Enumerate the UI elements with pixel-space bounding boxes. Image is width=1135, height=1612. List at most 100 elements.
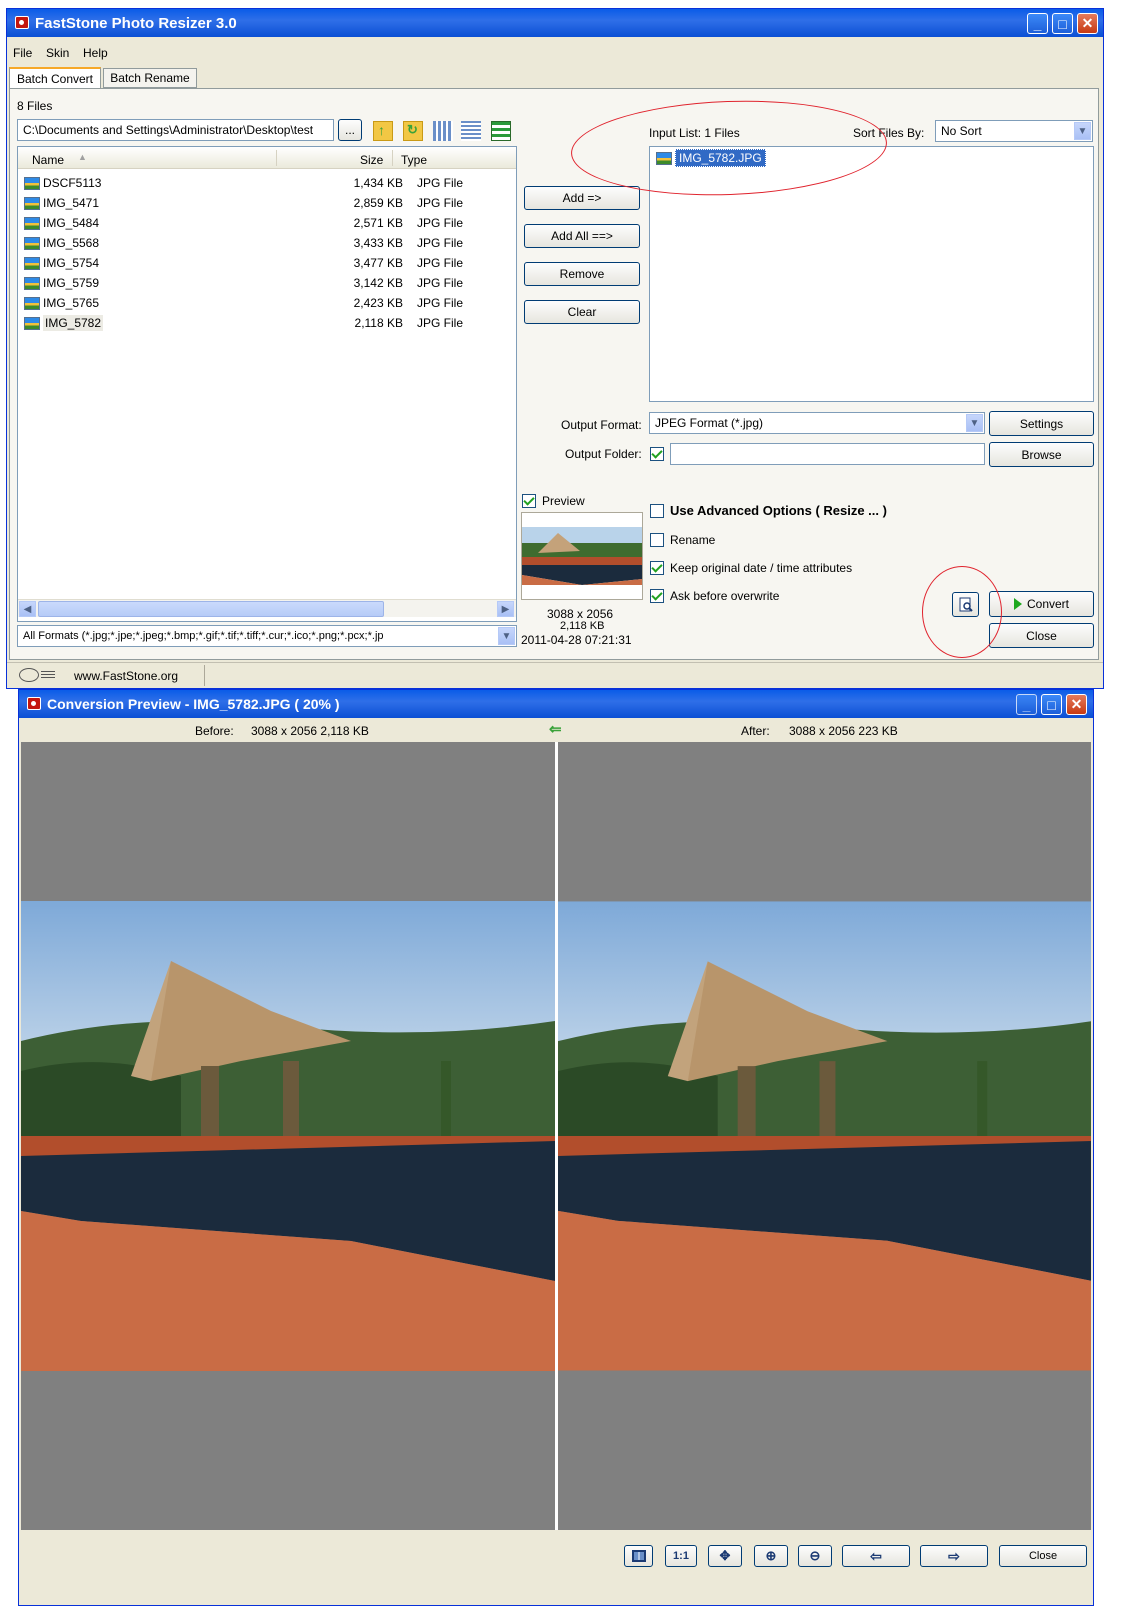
preview-label: Preview (542, 494, 585, 508)
file-row-selected[interactable]: IMG_5782 2,118 KB JPG File (24, 313, 504, 333)
close-icon: ✕ (1070, 696, 1083, 712)
file-row[interactable]: IMG_5765 2,423 KB JPG File (24, 293, 504, 313)
path-field[interactable]: C:\Documents and Settings\Administrator\… (17, 119, 334, 141)
close-button[interactable]: Close (989, 623, 1094, 648)
before-pane[interactable] (21, 742, 555, 1530)
tab-batch-rename[interactable]: Batch Rename (103, 68, 197, 88)
file-list[interactable]: Name ▲ Size Type DSCF5113 1,434 KB JPG Fil… (17, 146, 517, 622)
maximize-button[interactable]: □ (1052, 13, 1073, 34)
output-format-label: Output Format: (561, 418, 642, 432)
image-file-icon (24, 196, 40, 210)
minimize-button[interactable]: _ (1016, 694, 1037, 715)
menu-lines-icon (41, 671, 55, 679)
menu-skin[interactable]: Skin (46, 46, 69, 60)
image-file-icon (24, 236, 40, 250)
preview-checkbox[interactable] (522, 494, 536, 508)
ask-overwrite-checkbox[interactable] (650, 589, 664, 603)
faststone-logo-icon (19, 668, 39, 682)
arrow-left-icon: ⇦ (870, 1547, 882, 1564)
website-link[interactable]: www.FastStone.org (74, 669, 178, 683)
tab-batch-convert-label: Batch Convert (16, 71, 94, 86)
zoom-out-button[interactable]: ⊖ (798, 1545, 832, 1567)
after-info: 3088 x 2056 223 KB (789, 724, 898, 738)
maximize-button[interactable]: □ (1041, 694, 1062, 715)
next-button[interactable]: ⇨ (920, 1545, 988, 1567)
browse-button[interactable]: Browse (989, 442, 1094, 467)
file-row[interactable]: IMG_5568 3,433 KB JPG File (24, 233, 504, 253)
image-file-icon (24, 316, 40, 330)
add-all-button[interactable]: Add All ==> (524, 224, 640, 248)
annotation-ellipse-preview-button (922, 566, 1002, 658)
actual-size-button[interactable]: 1:1 (665, 1545, 697, 1567)
tab-batch-convert[interactable]: Batch Convert (9, 67, 101, 88)
before-info: 3088 x 2056 2,118 KB (251, 724, 369, 738)
zoom-in-icon: ⊕ (765, 1548, 777, 1563)
zoom-in-button[interactable]: ⊕ (754, 1545, 788, 1567)
menu-file[interactable]: File (13, 46, 32, 60)
close-window-button[interactable]: ✕ (1066, 694, 1087, 715)
before-label: Before: (195, 724, 234, 738)
thumbnail-view-icon[interactable] (433, 121, 453, 141)
image-file-icon (24, 256, 40, 270)
up-folder-icon[interactable]: ↑ (373, 121, 393, 141)
sort-select[interactable]: No Sort ▼ (935, 120, 1093, 142)
chevron-down-icon: ▼ (498, 627, 515, 645)
image-file-icon (24, 296, 40, 310)
preview-titlebar[interactable]: Conversion Preview - IMG_5782.JPG ( 20% … (19, 690, 1093, 718)
tab-batch-rename-label: Batch Rename (110, 71, 190, 85)
column-size[interactable]: Size (360, 153, 383, 167)
main-titlebar[interactable]: FastStone Photo Resizer 3.0 _ □ ✕ (7, 9, 1103, 37)
remove-button[interactable]: Remove (524, 262, 640, 286)
minimize-button[interactable]: _ (1027, 13, 1048, 34)
compare-view-button[interactable] (624, 1545, 653, 1567)
column-name[interactable]: Name (32, 153, 64, 167)
browse-folder-button[interactable]: ... (338, 119, 362, 141)
close-icon: ✕ (1081, 15, 1094, 31)
convert-button[interactable]: Convert (989, 591, 1094, 617)
image-file-icon (24, 176, 40, 190)
preview-title: Conversion Preview - IMG_5782.JPG ( 20% … (47, 696, 340, 712)
image-file-icon (24, 216, 40, 230)
chevron-down-icon: ▼ (966, 414, 983, 432)
previous-button[interactable]: ⇦ (842, 1545, 910, 1567)
clear-button[interactable]: Clear (524, 300, 640, 324)
column-type[interactable]: Type (401, 153, 427, 167)
scroll-left-button[interactable]: ◀ (19, 601, 36, 617)
menu-help[interactable]: Help (83, 46, 108, 60)
file-row[interactable]: DSCF5113 1,434 KB JPG File (24, 173, 504, 193)
output-folder-checkbox[interactable] (650, 447, 664, 461)
keep-date-checkbox[interactable] (650, 561, 664, 575)
preview-close-button[interactable]: Close (999, 1545, 1087, 1567)
preview-date: 2011-04-28 07:21:31 (521, 633, 632, 647)
details-view-icon[interactable] (491, 121, 511, 141)
file-row[interactable]: IMG_5754 3,477 KB JPG File (24, 253, 504, 273)
scroll-thumb[interactable] (38, 601, 384, 617)
fit-window-button[interactable]: ✥ (708, 1545, 742, 1567)
add-button[interactable]: Add => (524, 186, 640, 210)
after-pane[interactable] (558, 742, 1091, 1530)
file-row[interactable]: IMG_5471 2,859 KB JPG File (24, 193, 504, 213)
list-view-icon[interactable] (461, 121, 481, 141)
minimize-icon: _ (1033, 15, 1042, 32)
file-filter-select[interactable]: All Formats (*.jpg;*.jpe;*.jpeg;*.bmp;*.… (17, 625, 517, 647)
advanced-options-checkbox[interactable] (650, 504, 664, 518)
scroll-right-button[interactable]: ▶ (497, 601, 514, 617)
refresh-folder-icon[interactable]: ↻ (403, 121, 423, 141)
sync-arrow-icon[interactable]: ⇐ (549, 720, 562, 738)
ask-overwrite-label: Ask before overwrite (670, 589, 780, 603)
arrow-right-icon: ⇨ (948, 1547, 960, 1564)
close-window-button[interactable]: ✕ (1077, 13, 1098, 34)
maximize-icon: □ (1047, 696, 1056, 713)
output-folder-input[interactable] (670, 443, 985, 465)
settings-button[interactable]: Settings (989, 411, 1094, 436)
file-row[interactable]: IMG_5484 2,571 KB JPG File (24, 213, 504, 233)
fit-icon: ✥ (719, 1548, 731, 1563)
rename-checkbox[interactable] (650, 533, 664, 547)
preview-thumbnail (521, 512, 643, 600)
zoom-out-icon: ⊖ (809, 1548, 821, 1563)
file-row[interactable]: IMG_5759 3,142 KB JPG File (24, 273, 504, 293)
rename-label: Rename (670, 533, 716, 547)
keep-date-label: Keep original date / time attributes (670, 561, 853, 575)
output-format-select[interactable]: JPEG Format (*.jpg) ▼ (649, 412, 985, 434)
horizontal-scrollbar[interactable]: ◀ ▶ (18, 599, 516, 617)
